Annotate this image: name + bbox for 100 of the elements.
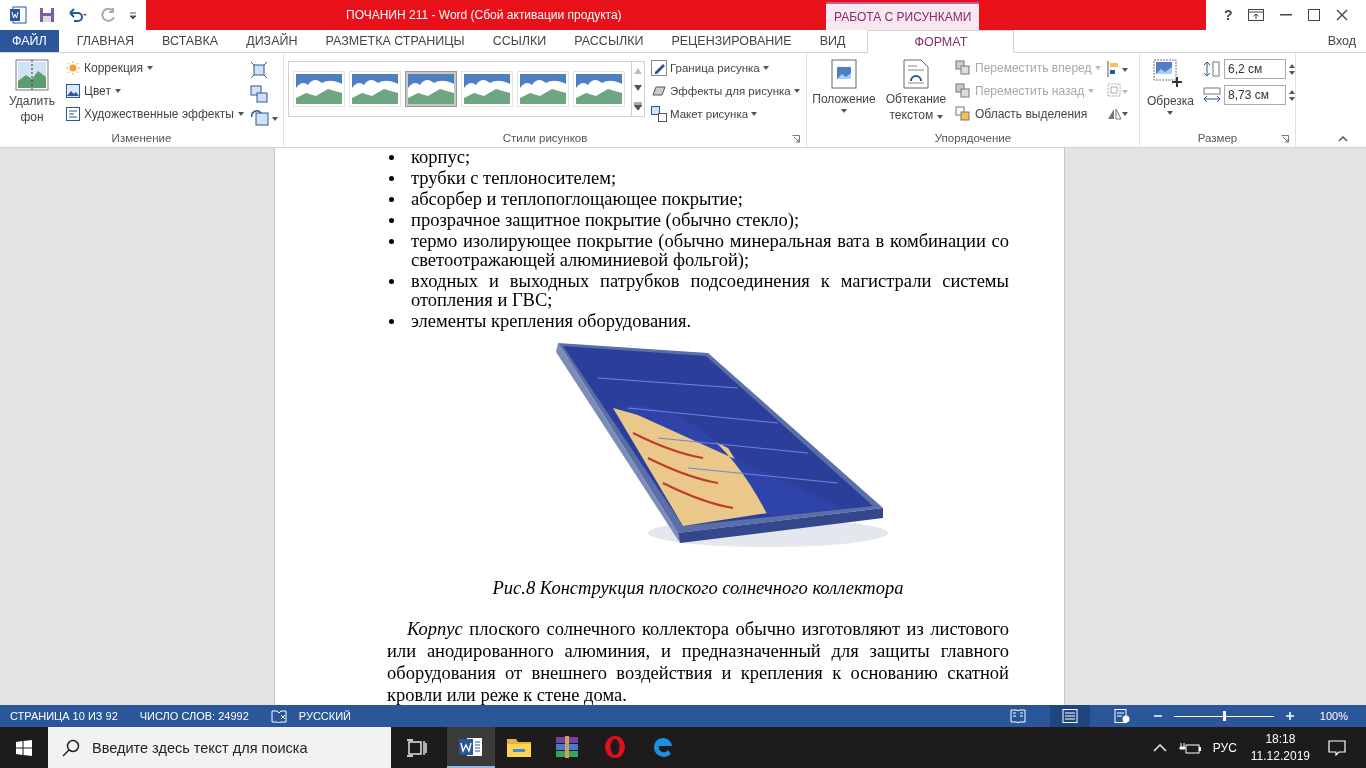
zoom-out-icon[interactable] [1153, 712, 1162, 720]
dropdown-button[interactable]: Цвет [66, 82, 244, 99]
dropdown-button[interactable]: Художественные эффекты [66, 105, 244, 122]
align-icon[interactable] [1107, 61, 1130, 77]
start-icon[interactable] [16, 739, 32, 756]
caret-icon [936, 115, 943, 119]
dialog-launcher-icon[interactable] [792, 135, 800, 143]
effects-icon [66, 106, 80, 121]
list-item: трубки с теплоносителем; [411, 169, 617, 189]
bullet-icon [389, 197, 394, 202]
ribbon-tab[interactable]: ССЫЛКИ [478, 30, 561, 52]
customize-icon[interactable] [129, 10, 137, 20]
ribbon-display-icon[interactable] [1248, 9, 1265, 21]
ribbon-tab[interactable]: ГЛАВНАЯ [62, 30, 149, 52]
ribbon-tab[interactable]: ФАЙЛ [0, 30, 59, 52]
spin-down-icon[interactable] [1289, 70, 1295, 75]
caret-icon [1095, 65, 1102, 70]
dropdown-button[interactable]: Эффекты для рисунка [651, 82, 800, 99]
landscape-icon [576, 74, 622, 104]
ribbon-tab[interactable]: РАЗМЕТКА СТРАНИЦЫ [311, 30, 479, 52]
spin-up-icon[interactable] [1289, 63, 1295, 68]
sun-icon [66, 60, 80, 75]
dialog-launcher-icon[interactable] [1281, 135, 1289, 143]
bullet-icon [389, 218, 394, 223]
search-bar[interactable]: Введите здесь текст для поиска [48, 727, 391, 768]
battery-icon[interactable] [1178, 740, 1201, 755]
context-tab-title: РАБОТА С РИСУНКАМИ [826, 2, 980, 30]
page-count[interactable]: СТРАНИЦА 10 ИЗ 92 [10, 710, 118, 722]
notifications-icon[interactable] [1328, 739, 1346, 756]
ribbon-tab[interactable]: РАССЫЛКИ [560, 30, 658, 52]
reset-picture-icon[interactable] [249, 109, 278, 127]
page-icon [1061, 709, 1078, 723]
spin-down-icon[interactable] [1289, 96, 1295, 101]
caret-icon [1088, 88, 1095, 93]
task-view-icon[interactable] [407, 738, 427, 757]
bullet-icon [389, 239, 394, 244]
save-icon[interactable] [39, 7, 55, 23]
undo-icon[interactable] [67, 7, 89, 23]
minimize-icon[interactable] [1280, 14, 1293, 16]
zoom-slider-thumb[interactable] [1222, 710, 1226, 721]
clock-date[interactable]: 11.12.2019 [1250, 747, 1310, 765]
view-button[interactable] [1049, 705, 1090, 727]
group-label: Изменение [110, 132, 173, 146]
proofing-icon[interactable] [270, 709, 287, 723]
list-item: прозрачное защитное покрытие (обычно стекло); [411, 211, 800, 231]
crop-button[interactable]: Обрезка [1144, 57, 1197, 132]
figure-caption: Рис.8 Конструкция плоского солнечного коллектора [491, 577, 905, 598]
search-field[interactable]: Введите здесь текст для поиска [90, 738, 384, 757]
bullet-icon [389, 319, 394, 324]
layers-icon [955, 82, 971, 99]
layout-icon [651, 105, 667, 122]
wrap-text-button[interactable]: Обтекание текстом [883, 57, 949, 132]
picture-style-button[interactable] [405, 71, 457, 107]
language-indicator[interactable]: РУССКИЙ [298, 710, 351, 722]
maximize-icon[interactable] [1308, 9, 1321, 21]
collapse-ribbon-icon[interactable] [1338, 136, 1348, 142]
scroll-down-icon[interactable] [634, 85, 642, 91]
caret-icon [1167, 111, 1174, 115]
more-icon[interactable] [634, 102, 642, 111]
zoom-in-icon[interactable] [1285, 712, 1294, 720]
ribbon-tab[interactable]: ФОРМАТ [867, 30, 1015, 53]
text-wrap-icon [903, 59, 929, 89]
ribbon-tab[interactable]: ДИЗАЙН [232, 30, 312, 52]
help-button[interactable]: ? [1223, 7, 1233, 23]
height-icon [1203, 61, 1221, 77]
chevron-up-icon[interactable] [1152, 743, 1167, 752]
sign-in-link[interactable]: Вход [1327, 30, 1366, 52]
height-field[interactable]: 6,2 см [1224, 59, 1286, 79]
word-count[interactable]: ЧИСЛО СЛОВ: 24992 [139, 710, 249, 722]
word-icon[interactable] [9, 6, 27, 24]
ribbon-tab[interactable]: ВИД [805, 30, 860, 52]
list-item: корпус; [411, 148, 471, 168]
landscape-icon [408, 74, 454, 104]
taskbar-app[interactable] [447, 727, 495, 768]
position-button[interactable]: Положение [811, 57, 877, 132]
remove-background-icon [15, 59, 49, 91]
caret-icon [751, 111, 758, 116]
width-icon [1203, 87, 1221, 103]
ribbon-tab[interactable]: РЕЦЕНЗИРОВАНИЕ [657, 30, 806, 52]
close-icon[interactable] [1336, 9, 1348, 21]
image-icon [66, 83, 80, 98]
word-icon [459, 735, 483, 758]
zoom-level[interactable]: 100% [1319, 710, 1348, 722]
input-language[interactable]: РУС [1212, 740, 1237, 755]
change-picture-icon[interactable] [249, 85, 268, 103]
width-field[interactable]: 8,73 см [1224, 85, 1286, 105]
spin-up-icon[interactable] [1289, 89, 1295, 94]
caret-icon [237, 111, 244, 116]
remove-background-button[interactable]: Удалить фон [4, 57, 60, 132]
archive-icon [555, 735, 579, 758]
dropdown-button[interactable]: Макет рисунка [651, 105, 800, 122]
dropdown-button[interactable]: Граница рисунка [651, 59, 800, 76]
window-title: ПОЧАНИН 211 - Word (Сбой активации продукта) [346, 8, 622, 22]
clock-time[interactable]: 18:18 [1265, 730, 1296, 748]
arrange-button[interactable]: Область выделения [955, 105, 1102, 122]
caret-icon [147, 65, 153, 70]
compress-icon[interactable] [249, 61, 268, 79]
list-item: входных и выходных патрубков подсоединения к магистрали системы отопления и ГВС; [411, 272, 1009, 310]
ribbon-tab[interactable]: ВСТАВКА [148, 30, 233, 52]
dropdown-button[interactable]: Коррекция [66, 59, 244, 76]
